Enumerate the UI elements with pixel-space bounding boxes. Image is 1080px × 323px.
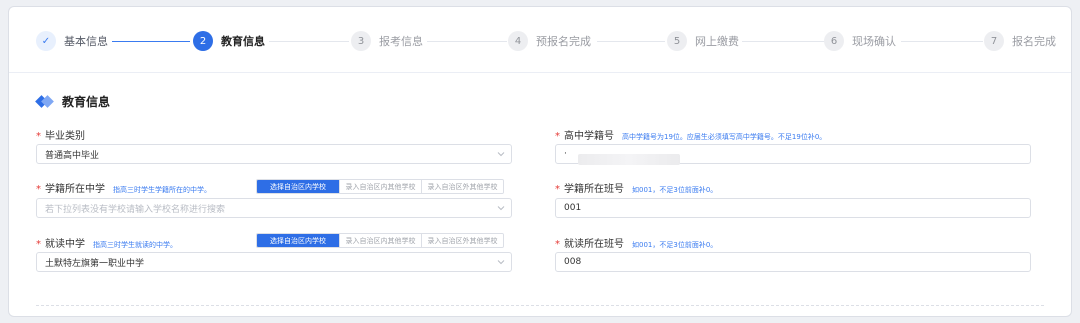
toggle-other-inside-region[interactable]: 录入自治区内其他学校 [339, 234, 421, 247]
step-connector [269, 41, 349, 42]
required-mark: * [36, 239, 41, 250]
class-no-input[interactable]: 001 [555, 198, 1031, 218]
school-hint: 指高三时学生学籍所在的中学。 [113, 186, 211, 194]
section-header: 教育信息 [35, 93, 111, 110]
step-pre-registration[interactable]: 4 预报名完成 [508, 31, 591, 51]
step-connector [742, 41, 825, 42]
required-mark: * [555, 184, 560, 195]
step-complete[interactable]: 7 报名完成 [984, 31, 1056, 51]
step-onsite-confirm[interactable]: 6 现场确认 [824, 31, 896, 51]
step-connector [427, 41, 507, 42]
class-no-label: * 学籍所在班号 如001，不足3位前面补0。 [555, 184, 718, 195]
required-mark: * [36, 131, 41, 142]
study-class-no-input[interactable]: 008 [555, 252, 1031, 272]
step-label: 网上缴费 [695, 35, 739, 48]
study-school-hint: 指高三时学生就读的中学。 [93, 241, 177, 249]
student-no-hint: 高中学籍号为19位。应届生必须填写高中学籍号。不足19位补0。 [622, 133, 827, 141]
toggle-outside-region[interactable]: 录入自治区外其他学校 [421, 234, 503, 247]
chevron-down-icon [497, 260, 505, 265]
step-label: 报考信息 [379, 35, 423, 48]
check-icon: ✓ [36, 31, 56, 51]
required-mark: * [36, 184, 41, 195]
toggle-inside-region[interactable]: 选择自治区内学校 [257, 180, 339, 193]
study-class-no-hint: 如001，不足3位前面补0。 [632, 241, 718, 249]
class-no-hint: 如001，不足3位前面补0。 [632, 186, 718, 194]
grad-type-label: * 毕业类别 [36, 131, 85, 142]
step-number: 5 [667, 31, 687, 51]
step-label: 预报名完成 [536, 35, 591, 48]
step-number: 6 [824, 31, 844, 51]
divider [36, 305, 1044, 306]
step-basic-info[interactable]: ✓ 基本信息 [36, 31, 108, 51]
step-bar: ✓ 基本信息 2 教育信息 3 报考信息 4 预报名完成 5 网上缴费 6 现场… [9, 7, 1071, 73]
step-number: 2 [193, 31, 213, 51]
school-label: * 学籍所在中学 指高三时学生学籍所在的中学。 [36, 184, 211, 195]
required-mark: * [555, 131, 560, 142]
step-label: 报名完成 [1012, 35, 1056, 48]
step-exam-info[interactable]: 3 报考信息 [351, 31, 423, 51]
registration-panel: ✓ 基本信息 2 教育信息 3 报考信息 4 预报名完成 5 网上缴费 6 现场… [8, 6, 1072, 317]
step-label: 教育信息 [221, 35, 265, 48]
section-title: 教育信息 [62, 95, 111, 109]
study-school-source-toggle: 选择自治区内学校 录入自治区内其他学校 录入自治区外其他学校 [256, 233, 504, 248]
step-education-info[interactable]: 2 教育信息 [193, 31, 265, 51]
toggle-other-inside-region[interactable]: 录入自治区内其他学校 [339, 180, 421, 193]
step-number: 4 [508, 31, 528, 51]
chevron-down-icon [497, 152, 505, 157]
chevron-down-icon [497, 206, 505, 211]
step-number: 7 [984, 31, 1004, 51]
step-connector [597, 41, 665, 42]
school-search-select[interactable]: 若下拉列表没有学校请输入学校名称进行搜索 [36, 198, 512, 218]
step-number: 3 [351, 31, 371, 51]
grad-type-select[interactable]: 普通高中毕业 [36, 144, 512, 164]
required-mark: * [555, 239, 560, 250]
student-no-label: * 高中学籍号 高中学籍号为19位。应届生必须填写高中学籍号。不足19位补0。 [555, 131, 827, 142]
study-school-label: * 就读中学 指高三时学生就读的中学。 [36, 239, 177, 250]
step-connector [901, 41, 983, 42]
diamond-icon [35, 94, 54, 108]
study-school-select[interactable]: 土默特左旗第一职业中学 [36, 252, 512, 272]
toggle-inside-region[interactable]: 选择自治区内学校 [257, 234, 339, 247]
step-label: 基本信息 [64, 35, 108, 48]
toggle-outside-region[interactable]: 录入自治区外其他学校 [421, 180, 503, 193]
step-connector [112, 41, 190, 42]
redacted-value [578, 154, 680, 165]
step-label: 现场确认 [852, 35, 896, 48]
school-source-toggle: 选择自治区内学校 录入自治区内其他学校 录入自治区外其他学校 [256, 179, 504, 194]
step-online-payment[interactable]: 5 网上缴费 [667, 31, 739, 51]
study-class-no-label: * 就读所在班号 如001，不足3位前面补0。 [555, 239, 718, 250]
